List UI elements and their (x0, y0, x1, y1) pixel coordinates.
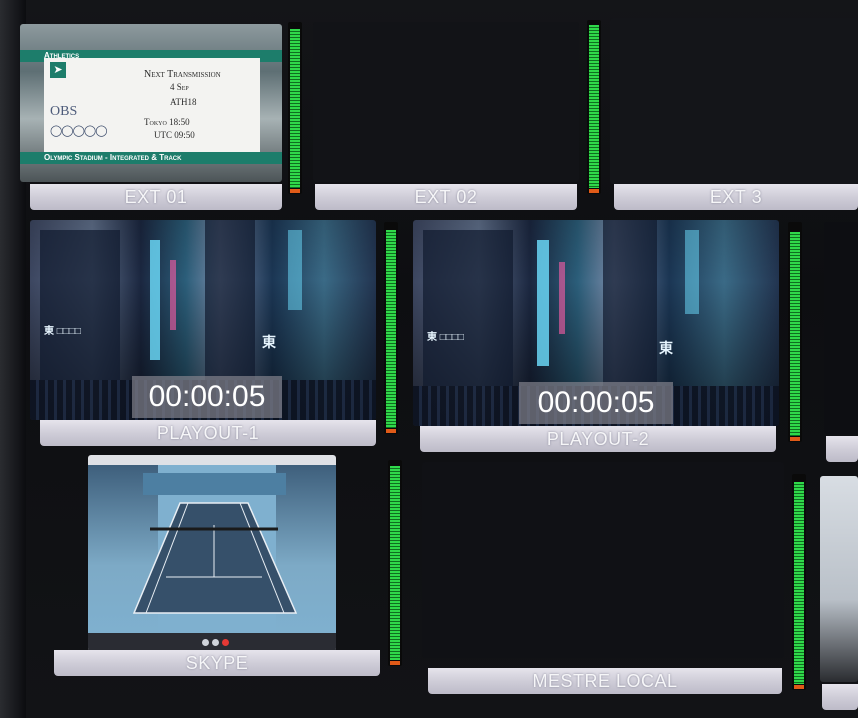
mestre-local-meter-level (794, 482, 804, 684)
mestre-local-label: MESTRE LOCAL (428, 668, 782, 694)
shop-sign: 東 □□□□ (44, 326, 81, 337)
shop-sign: 東 (262, 334, 276, 350)
mic-button-icon[interactable] (212, 639, 219, 646)
neon-sign (685, 230, 699, 314)
mestre-local-audio-meter (792, 474, 806, 690)
slate-heading: Next Transmission (144, 69, 221, 80)
playout2-meter-level (790, 232, 800, 436)
building-shape (205, 220, 255, 380)
slate-card: ➤ Next Transmission 4 Sep ATH18 OBS ◯◯◯◯… (44, 58, 260, 156)
playout1-meter-level (386, 230, 396, 428)
partial-preview-right-bottom[interactable] (820, 476, 858, 682)
partial-label-right (826, 436, 858, 462)
ext02-label: EXT 02 (315, 184, 577, 210)
skype-label: SKYPE (54, 650, 380, 676)
skype-preview[interactable] (88, 455, 336, 651)
running-icon: ➤ (50, 62, 66, 78)
skype-call-controls (88, 633, 336, 651)
tennis-feed (88, 465, 336, 633)
neon-sign (288, 230, 302, 310)
skype-meter-level (390, 466, 400, 660)
olympic-rings-icon: ◯◯◯◯◯ (50, 125, 108, 137)
tennis-court (132, 502, 298, 614)
mestre-local-meter-peak (794, 685, 804, 689)
ext02-meter-level (589, 25, 599, 188)
playout1-preview[interactable]: 東 □□□□ 東 00:00:05 (30, 220, 376, 420)
neon-sign (170, 260, 176, 330)
playout1-label: PLAYOUT-1 (40, 420, 376, 446)
shop-sign: 東 □□□□ (427, 332, 464, 343)
neon-sign (559, 262, 565, 334)
ext02-audio-meter (587, 20, 601, 194)
slate-local-time: Tokyo 18:50 (144, 117, 190, 127)
partial-preview-right[interactable] (824, 222, 858, 434)
slate-code: ATH18 (170, 97, 197, 107)
ext02-preview[interactable] (313, 22, 579, 182)
ext01-audio-meter (288, 22, 302, 194)
playout2-meter-peak (790, 437, 800, 441)
building-shape (40, 230, 120, 380)
ext01-label: EXT 01 (30, 184, 282, 210)
camera-button-icon[interactable] (202, 639, 209, 646)
playout2-preview[interactable]: 東 □□□□ 東 00:00:05 (413, 220, 779, 426)
obs-logo: OBS (50, 104, 78, 119)
playout1-audio-meter (384, 222, 398, 434)
ext3-label: EXT 3 (614, 184, 858, 210)
partial-label-right-bottom (822, 684, 858, 710)
playout1-meter-peak (386, 429, 396, 433)
ext01-preview[interactable]: Athletics ➤ Next Transmission 4 Sep ATH1… (20, 24, 282, 182)
neon-sign (537, 240, 549, 366)
mestre-local-preview[interactable] (422, 462, 784, 658)
ext01-meter-peak (290, 189, 300, 193)
playout1-timecode: 00:00:05 (132, 376, 282, 418)
ext02-meter-peak (589, 189, 599, 193)
building-shape (423, 230, 513, 386)
neon-sign (150, 240, 160, 360)
shop-sign: 東 (659, 340, 673, 356)
slate-venue-bar: Olympic Stadium - Integrated & Track (20, 152, 282, 164)
slate-date: 4 Sep (170, 82, 189, 92)
playout2-audio-meter (788, 222, 802, 442)
ext01-meter-level (290, 29, 300, 188)
ext3-preview[interactable] (610, 18, 858, 184)
skype-audio-meter (388, 460, 402, 666)
playout2-timecode: 00:00:05 (519, 382, 673, 424)
slate-utc-time: UTC 09:50 (154, 130, 195, 140)
skype-meter-peak (390, 661, 400, 665)
building-shape (603, 220, 657, 386)
end-call-icon[interactable] (222, 639, 229, 646)
playout2-label: PLAYOUT-2 (420, 426, 776, 452)
